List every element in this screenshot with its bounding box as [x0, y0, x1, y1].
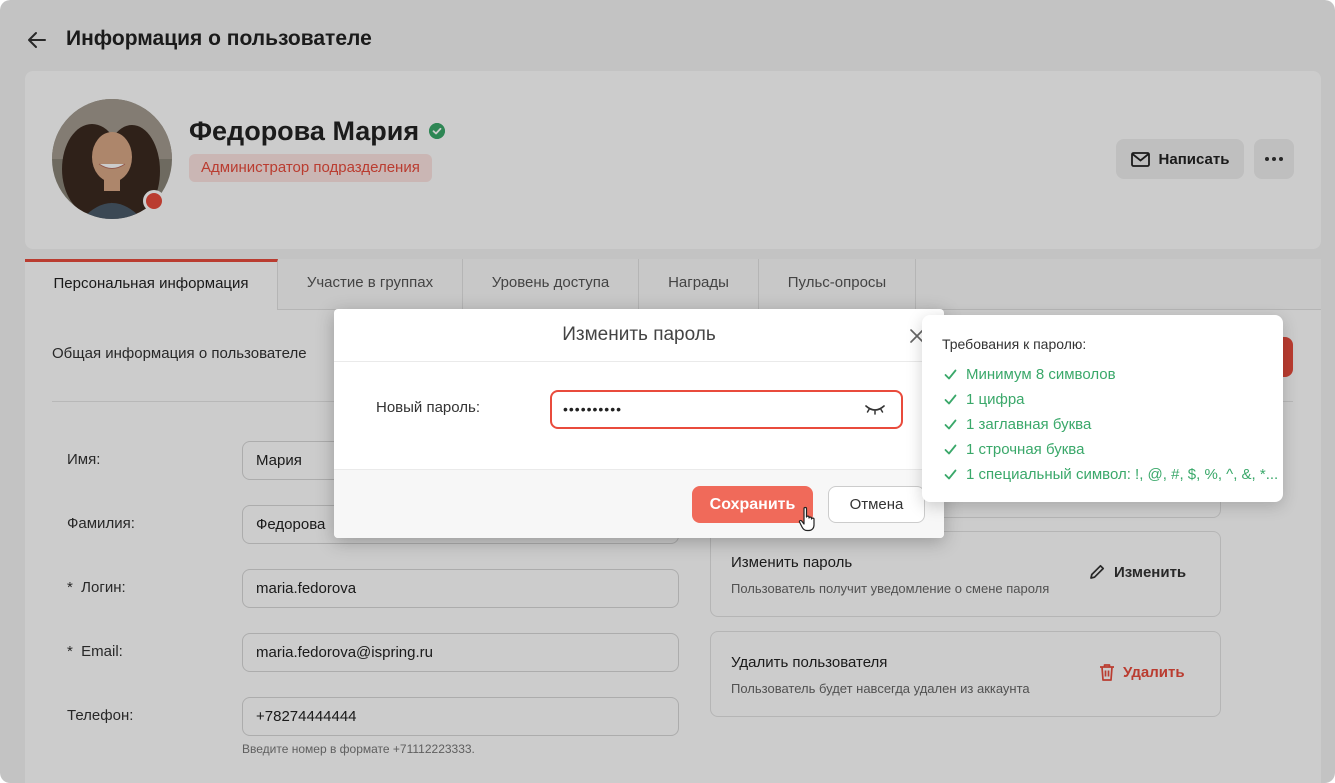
- check-icon: [944, 369, 957, 380]
- cancel-button[interactable]: Отмена: [828, 486, 925, 523]
- new-password-input[interactable]: ••••••••••: [550, 390, 903, 429]
- requirement-item: 1 строчная буква: [944, 441, 1084, 458]
- requirement-item: Минимум 8 символов: [944, 366, 1116, 383]
- requirement-text: 1 строчная буква: [966, 441, 1085, 458]
- page: Информация о пользователе Федорова Мария…: [0, 0, 1335, 783]
- password-requirements-tooltip: Требования к паролю: Минимум 8 символов …: [922, 315, 1283, 502]
- modal-footer: Сохранить Отмена: [334, 469, 944, 538]
- new-password-label: Новый пароль:: [376, 399, 481, 416]
- requirement-item: 1 заглавная буква: [944, 416, 1091, 433]
- check-icon: [944, 469, 957, 480]
- change-password-modal: Изменить пароль Новый пароль: ••••••••••…: [334, 309, 944, 538]
- check-icon: [944, 444, 957, 455]
- requirement-item: 1 специальный символ: !, @, #, $, %, ^, …: [944, 466, 1278, 483]
- save-button[interactable]: Сохранить: [692, 486, 813, 523]
- hand-cursor-icon: [798, 506, 815, 532]
- check-icon: [944, 419, 957, 430]
- check-icon: [944, 394, 957, 405]
- requirement-text: 1 специальный символ: !, @, #, $, %, ^, …: [966, 466, 1279, 483]
- requirement-text: Минимум 8 символов: [966, 366, 1116, 383]
- requirements-title: Требования к паролю:: [942, 336, 1087, 352]
- modal-title: Изменить пароль: [562, 324, 716, 345]
- requirement-text: 1 цифра: [966, 391, 1025, 408]
- modal-header: Изменить пароль: [334, 309, 944, 362]
- eye-closed-icon[interactable]: [864, 401, 886, 417]
- requirement-item: 1 цифра: [944, 391, 1025, 408]
- requirement-text: 1 заглавная буква: [966, 416, 1092, 433]
